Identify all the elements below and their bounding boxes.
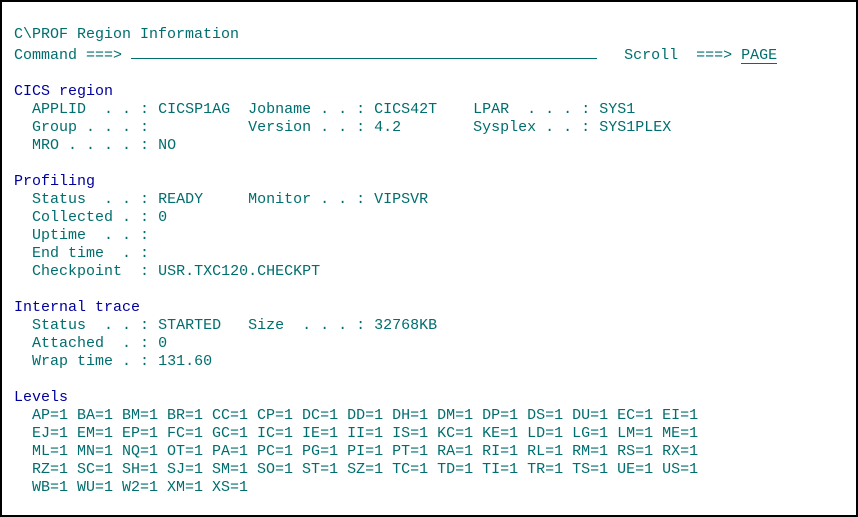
levels-row: RZ=1 SC=1 SH=1 SJ=1 SM=1 SO=1 ST=1 SZ=1 …	[32, 461, 698, 478]
mro-value: NO	[158, 137, 176, 154]
levels-row: WB=1 WU=1 W2=1 XM=1 XS=1	[32, 479, 248, 496]
scroll-label: Scroll ===>	[624, 47, 732, 64]
prof-status-label: Status . . :	[32, 191, 149, 208]
version-value: 4.2	[374, 119, 401, 136]
monitor-label: Monitor . . :	[248, 191, 365, 208]
monitor-value: VIPSVR	[374, 191, 428, 208]
section-cics-region: CICS region	[14, 83, 113, 100]
command-input[interactable]	[131, 44, 597, 59]
checkpoint-value: USR.TXC120.CHECKPT	[158, 263, 320, 280]
mro-label: MRO . . . . :	[32, 137, 149, 154]
sysplex-value: SYS1PLEX	[599, 119, 671, 136]
uptime-label: Uptime . . :	[32, 227, 149, 244]
section-levels: Levels	[14, 389, 68, 406]
applid-label: APPLID . . :	[32, 101, 149, 118]
jobname-label: Jobname . . :	[248, 101, 365, 118]
checkpoint-label: Checkpoint :	[32, 263, 149, 280]
wrap-time-label: Wrap time . :	[32, 353, 149, 370]
attached-value: 0	[158, 335, 167, 352]
levels-row: ML=1 MN=1 NQ=1 OT=1 PA=1 PC=1 PG=1 PI=1 …	[32, 443, 698, 460]
scroll-input[interactable]: PAGE	[741, 49, 777, 64]
sysplex-label: Sysplex . . :	[473, 119, 590, 136]
trace-status-value: STARTED	[158, 317, 221, 334]
collected-value: 0	[158, 209, 167, 226]
group-label: Group . . . :	[32, 119, 149, 136]
section-profiling: Profiling	[14, 173, 95, 190]
section-internal-trace: Internal trace	[14, 299, 140, 316]
version-label: Version . . :	[248, 119, 365, 136]
lpar-label: LPAR . . . :	[473, 101, 590, 118]
end-time-label: End time . :	[32, 245, 149, 262]
trace-size-value: 32768KB	[374, 317, 437, 334]
wrap-time-value: 131.60	[158, 353, 212, 370]
collected-label: Collected . :	[32, 209, 149, 226]
applid-value: CICSP1AG	[158, 101, 230, 118]
prof-status-value: READY	[158, 191, 203, 208]
levels-row: EJ=1 EM=1 EP=1 FC=1 GC=1 IC=1 IE=1 II=1 …	[32, 425, 698, 442]
levels-row: AP=1 BA=1 BM=1 BR=1 CC=1 CP=1 DC=1 DD=1 …	[32, 407, 698, 424]
lpar-value: SYS1	[599, 101, 635, 118]
panel-title: C\PROF Region Information	[14, 26, 239, 43]
trace-size-label: Size . . . :	[248, 317, 365, 334]
command-label: Command ===>	[14, 47, 122, 64]
attached-label: Attached . :	[32, 335, 149, 352]
trace-status-label: Status . . :	[32, 317, 149, 334]
jobname-value: CICS42T	[374, 101, 437, 118]
